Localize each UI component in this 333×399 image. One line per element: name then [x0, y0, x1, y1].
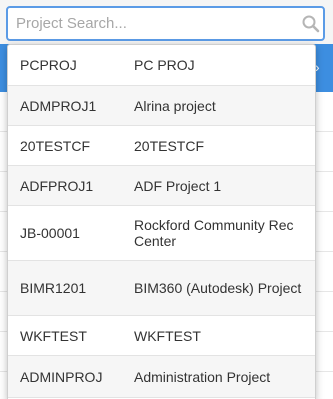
search-icon[interactable]	[301, 14, 321, 34]
project-name: Alrina project	[134, 97, 216, 114]
project-option[interactable]: ADFPROJ1 ADF Project 1	[8, 166, 315, 206]
project-option[interactable]: ADMPROJ1 Alrina project	[8, 86, 315, 126]
project-code: ADMPROJ1	[20, 97, 97, 114]
project-code: ADFPROJ1	[20, 177, 94, 194]
project-name: WKFTEST	[134, 327, 201, 344]
project-code: WKFTEST	[20, 327, 87, 344]
project-name: PC PROJ	[134, 57, 195, 73]
project-option[interactable]: JB-00001 Rockford Community Rec Center	[8, 206, 315, 261]
project-name: Administration Project	[134, 368, 271, 385]
project-name: BIM360 (Autodesk) Project	[134, 280, 302, 296]
project-code: 20TESTCF	[20, 137, 91, 154]
project-option[interactable]: BIMR1201 BIM360 (Autodesk) Project	[8, 261, 315, 316]
project-option[interactable]: 20TESTCF 20TESTCF	[8, 126, 315, 166]
project-name: ADF Project 1	[134, 177, 222, 194]
project-search-frame: PCPROJ PC PROJ ADMPROJ1 Alrina project 2…	[0, 0, 333, 399]
project-option[interactable]: PCPROJ PC PROJ	[8, 45, 315, 86]
project-code: JB-00001	[20, 225, 80, 241]
project-name: Rockford Community Rec Center	[134, 217, 294, 249]
project-name: 20TESTCF	[134, 137, 205, 154]
project-code: PCPROJ	[20, 57, 77, 73]
project-code: ADMINPROJ	[20, 368, 103, 385]
background-chevron-icon: ›	[315, 59, 320, 75]
project-option[interactable]: ADMINPROJ Administration Project	[8, 356, 315, 398]
project-search-box[interactable]	[6, 6, 325, 41]
project-code: BIMR1201	[20, 280, 87, 296]
project-option[interactable]: WKFTEST WKFTEST	[8, 316, 315, 356]
project-dropdown-list[interactable]: PCPROJ PC PROJ ADMPROJ1 Alrina project 2…	[7, 44, 316, 399]
project-search-input[interactable]	[8, 8, 293, 39]
